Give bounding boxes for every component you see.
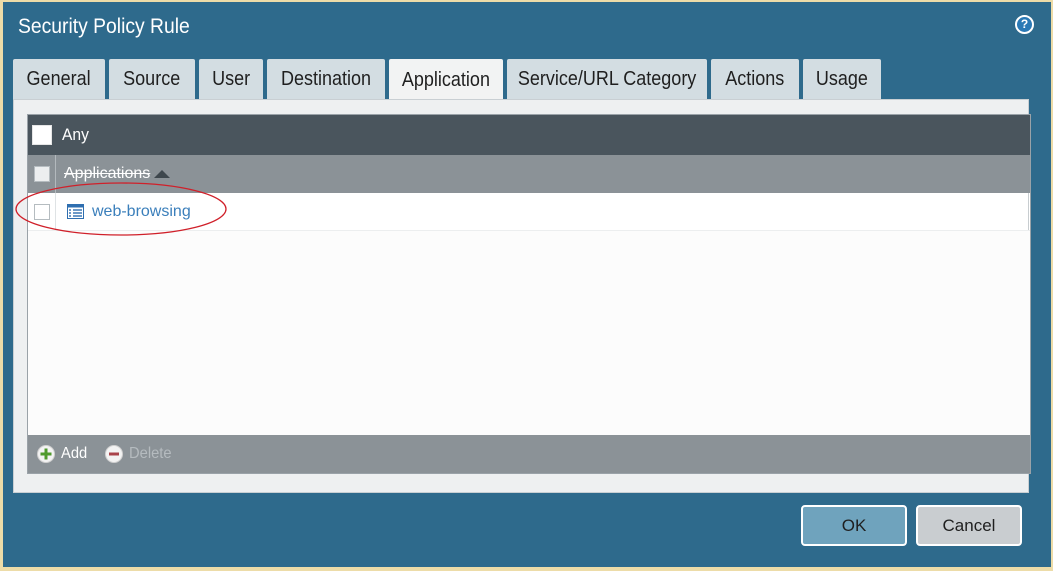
- tab-label: Actions: [725, 67, 785, 90]
- tab-usage[interactable]: Usage: [803, 59, 881, 99]
- tab-bar: General Source User Destination Applicat…: [13, 59, 885, 101]
- tab-destination[interactable]: Destination: [267, 59, 385, 99]
- applications-header-label: Applications: [64, 165, 151, 182]
- row-check-cell: [28, 193, 56, 230]
- tab-label: User: [211, 67, 250, 90]
- grid-footer: Add Delete: [28, 435, 1030, 473]
- add-button[interactable]: Add: [37, 445, 89, 463]
- any-label: Any: [62, 125, 89, 144]
- applications-grid: Any Applications web-browsing Add Delete: [15, 114, 1031, 474]
- table-row[interactable]: web-browsing: [28, 193, 1030, 231]
- select-all-checkbox[interactable]: [33, 166, 50, 182]
- application-link[interactable]: web-browsing: [92, 203, 191, 221]
- delete-button[interactable]: Delete: [105, 445, 175, 463]
- tab-label: Usage: [815, 67, 869, 90]
- row-divider: [1028, 193, 1029, 230]
- ok-button[interactable]: OK: [801, 505, 907, 546]
- row-checkbox[interactable]: [33, 203, 50, 220]
- header-check-cell: [28, 155, 56, 193]
- plus-icon: [37, 445, 55, 463]
- applications-sort-header[interactable]: Applications: [64, 165, 171, 183]
- tab-label: General: [26, 67, 92, 90]
- help-icon[interactable]: ?: [1015, 15, 1034, 34]
- dialog-title: Security Policy Rule: [18, 15, 190, 38]
- application-icon: [67, 204, 84, 219]
- application-tab-panel: Any Applications web-browsing Add Delete: [13, 99, 1031, 493]
- security-policy-rule-dialog: Security Policy Rule ? General Source Us…: [3, 2, 1051, 567]
- any-checkbox[interactable]: [32, 125, 52, 145]
- cancel-button[interactable]: Cancel: [916, 505, 1022, 546]
- tab-user[interactable]: User: [199, 59, 263, 99]
- tab-actions[interactable]: Actions: [711, 59, 799, 99]
- tab-label: Source: [123, 67, 181, 90]
- minus-icon: [105, 445, 124, 463]
- any-bar: Any: [28, 115, 1030, 155]
- tab-source[interactable]: Source: [109, 59, 195, 99]
- tab-label: Service/URL Category: [517, 67, 697, 90]
- tab-general[interactable]: General: [13, 59, 105, 99]
- delete-label: Delete: [129, 445, 173, 462]
- add-label: Add: [61, 445, 88, 462]
- tab-application[interactable]: Application: [389, 59, 503, 101]
- tab-service-url-category[interactable]: Service/URL Category: [507, 59, 707, 99]
- applications-column-header: Applications: [28, 155, 1030, 193]
- tab-label: Destination: [280, 67, 372, 90]
- sort-ascending-icon: [154, 170, 171, 178]
- tab-label: Application: [401, 68, 491, 91]
- help-icon-glyph: ?: [1017, 17, 1032, 32]
